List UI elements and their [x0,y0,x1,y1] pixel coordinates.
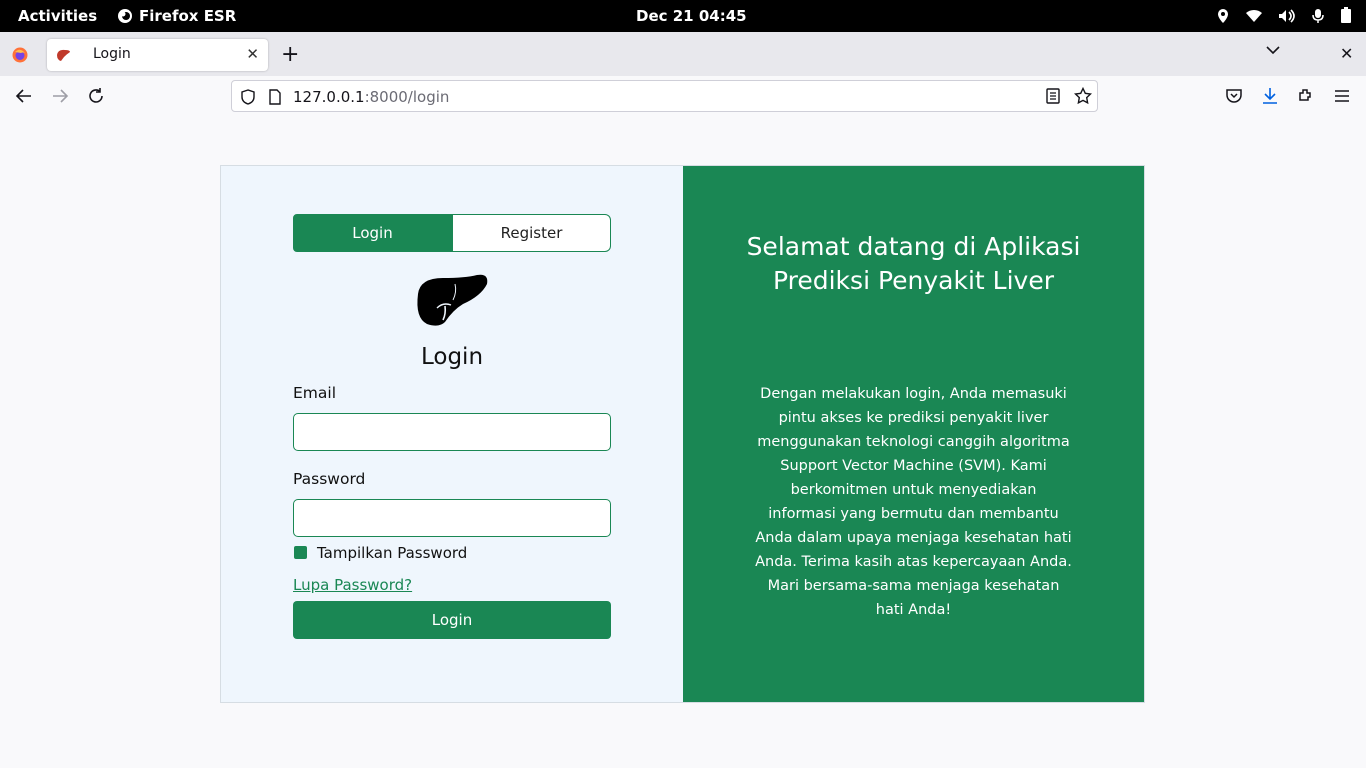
back-arrow-icon[interactable] [15,87,33,105]
pocket-icon[interactable] [1225,87,1243,105]
location-icon [1218,8,1228,23]
show-password-checkbox[interactable] [294,546,307,559]
tab-title: Login [93,46,131,62]
activities-button[interactable]: Activities [18,7,97,25]
window-close-icon[interactable]: ✕ [1340,44,1353,63]
url-bar[interactable]: 127.0.0.1:8000/login [231,80,1098,112]
clock[interactable]: Dec 21 04:45 [636,7,747,25]
firefox-view-icon[interactable] [12,47,28,63]
hamburger-menu-icon[interactable] [1333,87,1351,105]
app-name: Firefox ESR [139,7,237,25]
bookmark-star-icon[interactable] [1074,87,1092,105]
welcome-description: Dengan melakukan login, Anda memasuki pi… [755,386,1072,618]
list-all-tabs-icon[interactable] [1266,45,1280,55]
register-tab-button[interactable]: Register [452,214,611,252]
email-field[interactable] [293,413,611,451]
wifi-icon [1246,9,1262,22]
auth-toggle: Login Register [293,214,611,252]
welcome-panel: Selamat datang di Aplikasi Prediksi Peny… [683,166,1144,702]
password-label: Password [293,470,366,488]
extensions-icon[interactable] [1297,87,1315,105]
welcome-title: Selamat datang di Aplikasi Prediksi Peny… [746,232,1081,295]
battery-icon [1341,7,1351,23]
page-info-icon[interactable] [268,89,282,105]
new-tab-button[interactable]: + [281,42,299,67]
reader-view-icon[interactable] [1046,88,1060,104]
liver-logo-icon [417,274,488,326]
browser-tab-login[interactable]: Login ✕ [47,39,268,71]
url-text[interactable]: 127.0.0.1:8000/login [293,88,449,106]
email-label: Email [293,384,337,402]
show-password-label[interactable]: Tampilkan Password [317,544,467,562]
forward-arrow-icon[interactable] [51,87,69,105]
form-title: Login [420,344,484,370]
login-card: Login Register Login Email Password Tamp… [220,165,1145,703]
login-tab-button[interactable]: Login [293,214,452,252]
volume-icon [1279,8,1295,23]
url-path: :8000/login [364,88,450,106]
forgot-password-link[interactable]: Lupa Password? [293,576,412,594]
downloads-icon[interactable] [1261,87,1279,105]
page-viewport: Login Register Login Email Password Tamp… [0,117,1366,752]
firefox-app-icon [118,9,132,23]
reload-icon[interactable] [87,87,105,105]
system-tray[interactable] [1216,7,1352,24]
login-submit-button[interactable]: Login [293,601,611,639]
password-field[interactable] [293,499,611,537]
app-menu[interactable]: Firefox ESR [117,7,236,25]
login-form-panel: Login Register Login Email Password Tamp… [221,166,683,702]
url-host: 127.0.0.1 [293,88,365,106]
tab-close-icon[interactable]: ✕ [246,45,259,63]
system-top-bar: Activities Firefox ESR Dec 21 04:45 [0,0,1366,32]
tracking-protection-shield-icon[interactable] [240,89,256,105]
liver-favicon-icon [57,49,70,61]
microphone-icon [1312,8,1324,23]
